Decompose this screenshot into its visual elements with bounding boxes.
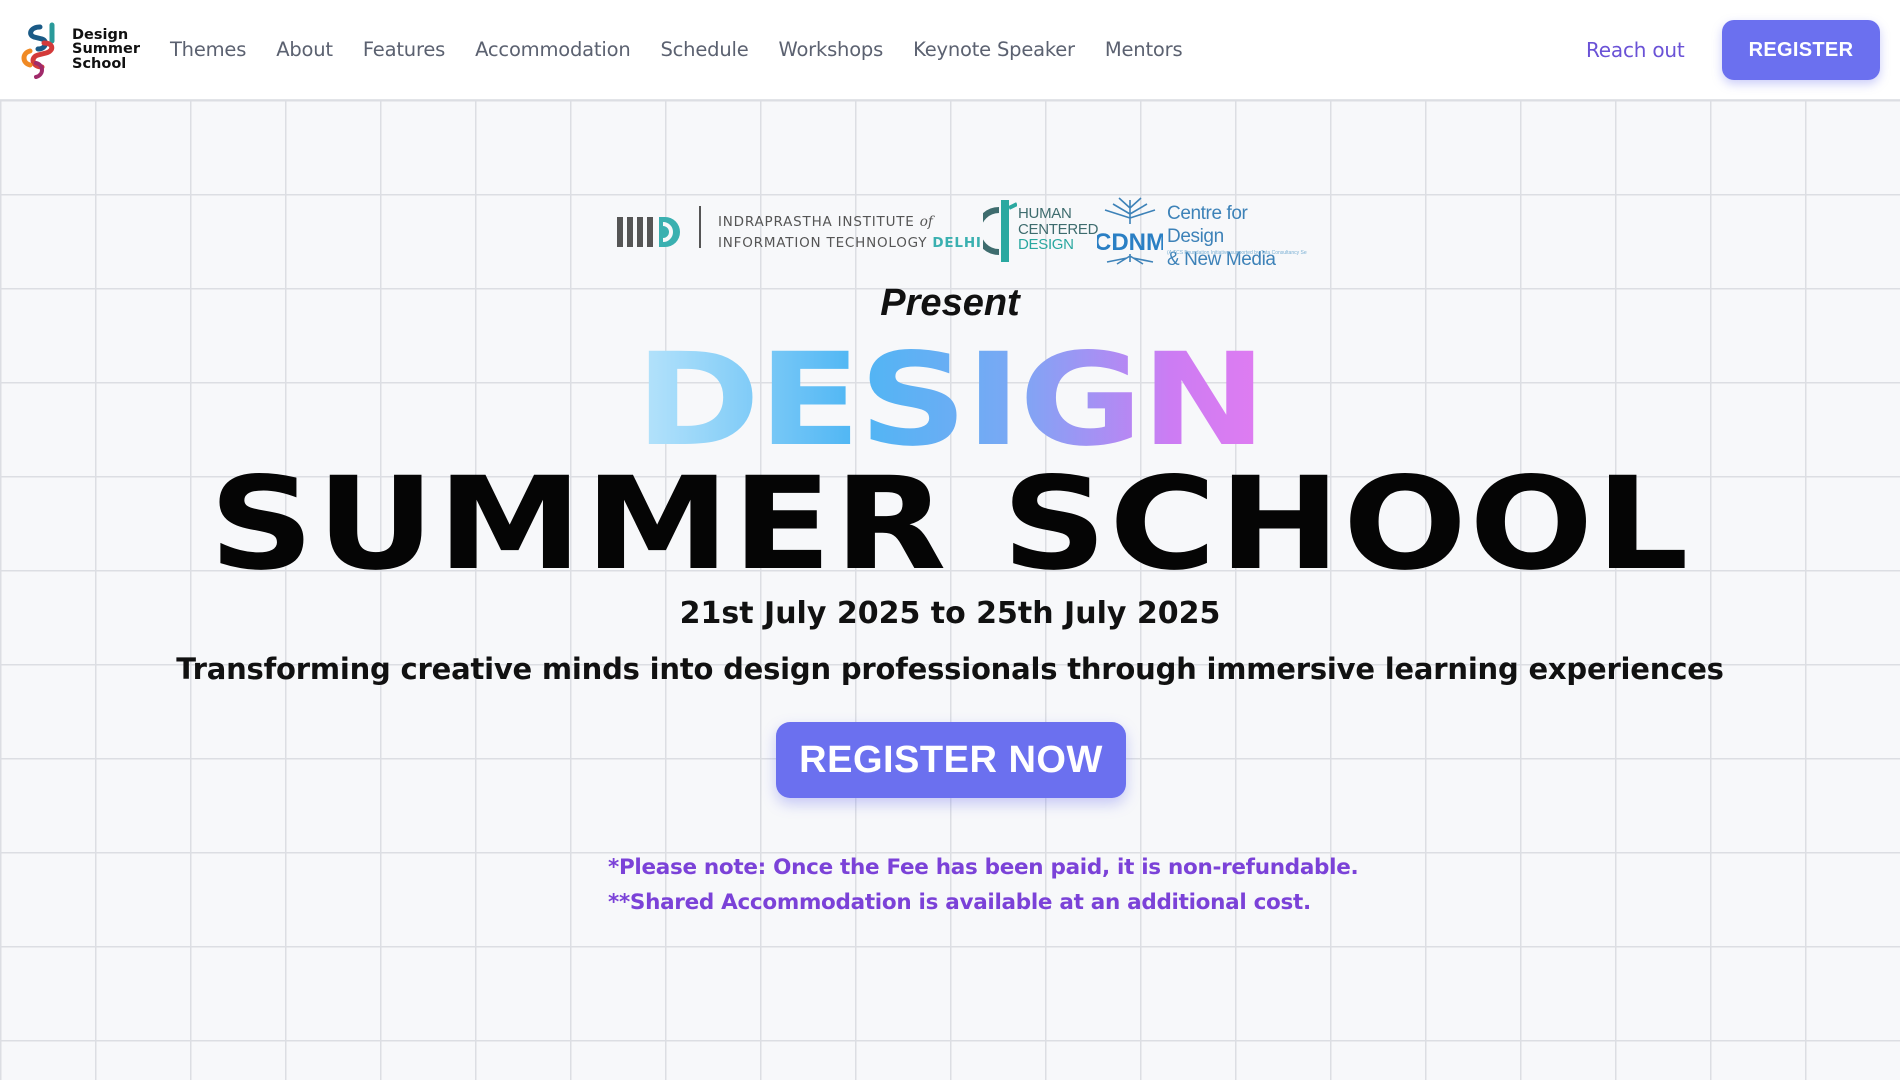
iiitd-line1: INDRAPRASTHA INSTITUTE — [718, 214, 915, 230]
nav-schedule[interactable]: Schedule — [660, 38, 748, 61]
cdnm-name: Centre for Design & New Media — [1167, 202, 1295, 271]
hcd-line3: DESIGN — [1018, 236, 1074, 253]
nav-themes[interactable]: Themes — [170, 38, 246, 61]
nav-keynote-speaker[interactable]: Keynote Speaker — [913, 38, 1075, 61]
brand-line: Summer — [72, 41, 140, 58]
brand-line: School — [72, 55, 127, 72]
nav-about[interactable]: About — [276, 38, 333, 61]
sponsor-logos: INDRAPRASTHA INSTITUTE of INFORMATION TE… — [615, 192, 1307, 272]
logo-divider — [699, 206, 701, 248]
register-button[interactable]: REGISTER — [1722, 20, 1880, 80]
brand-logo[interactable]: Design Summer School — [18, 21, 140, 79]
present-text: Present — [880, 282, 1020, 324]
fee-notes: *Please note: Once the Fee has been paid… — [608, 850, 1359, 920]
hcd-name: HUMAN CENTERED DESIGN — [1018, 206, 1098, 253]
iiitd-logo-icon — [617, 217, 680, 247]
refund-note: *Please note: Once the Fee has been paid… — [608, 855, 1359, 880]
hcd-line2: CENTERED — [1018, 220, 1099, 238]
cdnm-mark: CDNM — [1097, 229, 1163, 256]
cdnm-fine-print: (A TCS Foundation Initiative supported b… — [1167, 250, 1307, 256]
cdnm-line1: Centre for Design — [1167, 203, 1248, 247]
hero-tagline: Transforming creative minds into design … — [176, 652, 1724, 686]
register-now-button[interactable]: REGISTER NOW — [776, 722, 1126, 798]
cdnm-tree-logo-icon: CDNM — [1097, 197, 1163, 265]
iiitd-line2: INFORMATION TECHNOLOGY — [718, 235, 928, 251]
nav-accommodation[interactable]: Accommodation — [475, 38, 631, 61]
event-dates: 21st July 2025 to 25th July 2025 — [679, 596, 1221, 631]
site-header: Design Summer School Themes About Featur… — [0, 0, 1900, 100]
iiitd-name: INDRAPRASTHA INSTITUTE of INFORMATION TE… — [718, 212, 982, 254]
hero-summer-school-title: SUMMER SCHOOL — [0, 450, 1900, 600]
summer-school-word: SUMMER SCHOOL — [209, 450, 1691, 599]
hcd-logo-icon — [983, 200, 1017, 262]
iiitd-of: of — [919, 214, 933, 230]
reach-out-link[interactable]: Reach out — [1586, 38, 1685, 62]
accommodation-note: **Shared Accommodation is available at a… — [608, 890, 1311, 915]
nav-features[interactable]: Features — [363, 38, 445, 61]
nav-workshops[interactable]: Workshops — [779, 38, 884, 61]
brand-line: Design — [72, 26, 129, 43]
main-nav: Themes About Features Accommodation Sche… — [170, 38, 1212, 61]
nav-mentors[interactable]: Mentors — [1105, 38, 1183, 61]
iiitd-delhi: DELHI — [932, 235, 982, 251]
dss-logo-icon — [21, 22, 55, 79]
hcd-line1: HUMAN — [1018, 205, 1072, 222]
brand-name: Design Summer School — [72, 28, 140, 72]
